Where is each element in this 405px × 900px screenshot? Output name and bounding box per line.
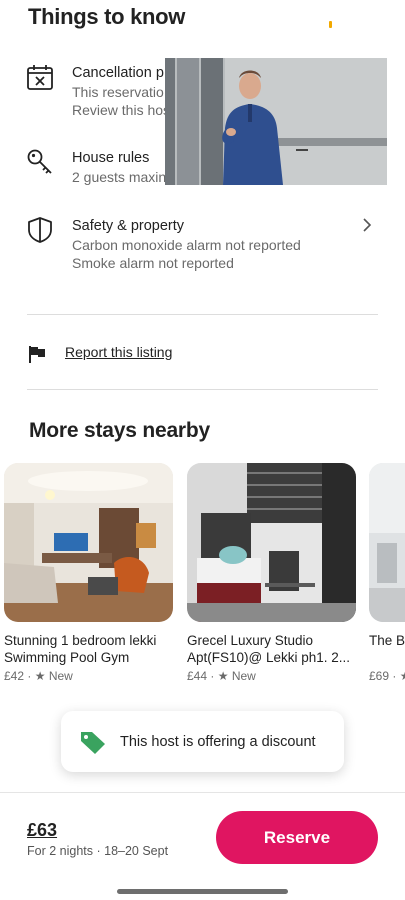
listing-title: Swimming Pool Gym <box>4 650 130 665</box>
listing-meta: £69 · ★ <box>369 669 405 683</box>
total-price[interactable]: £63 <box>27 820 57 841</box>
listing-meta: £42 · ★ New <box>4 669 173 683</box>
separator: · <box>210 669 218 683</box>
reserve-button[interactable]: Reserve <box>216 811 378 864</box>
listing-card[interactable]: Stunning 1 bedroom lekki Swimming Pool G… <box>4 463 173 683</box>
section-title-more-stays: More stays nearby <box>29 419 211 442</box>
listing-card[interactable]: Grecel Luxury Studio Apt(FS10)@ Lekki ph… <box>187 463 356 683</box>
listing-price: £44 <box>187 669 208 683</box>
divider <box>27 389 378 390</box>
discount-message: This host is offering a discount <box>120 734 316 750</box>
listing-title: Stunning 1 bedroom lekki <box>4 633 157 648</box>
home-indicator[interactable] <box>117 889 288 894</box>
listing-rating: New <box>48 669 73 683</box>
discount-toast[interactable]: This host is offering a discount <box>61 711 344 772</box>
report-listing-link[interactable]: Report this listing <box>65 344 172 360</box>
listing-price: £69 <box>369 669 390 683</box>
price-tag-icon <box>81 732 105 754</box>
item-line: Carbon monoxide alarm not reported <box>72 237 301 253</box>
shield-icon <box>28 217 52 243</box>
listing-photo[interactable] <box>187 463 356 622</box>
listing-photo[interactable] <box>369 463 405 622</box>
key-icon <box>27 149 52 174</box>
stay-dates: For 2 nights · 18–20 Sept <box>27 844 169 858</box>
star-icon: ★ <box>34 669 46 683</box>
divider <box>27 314 378 315</box>
separator: · <box>27 669 35 683</box>
status-indicator <box>329 21 332 28</box>
item-line: Smoke alarm not reported <box>72 255 234 271</box>
reserve-footer: £63 For 2 nights · 18–20 Sept Reserve <box>0 792 405 900</box>
flag-icon <box>29 346 45 363</box>
listing-rating: New <box>231 669 256 683</box>
listing-card[interactable]: The B £69 · ★ <box>369 463 405 683</box>
listing-title <box>369 649 405 666</box>
report-listing-row[interactable]: Report this listing <box>27 342 327 366</box>
listing-title: Grecel Luxury Studio <box>187 633 314 648</box>
separator: · <box>392 669 400 683</box>
listing-meta: £44 · ★ New <box>187 669 356 683</box>
listing-title: Apt(FS10)@ Lekki ph1. 2... <box>187 650 351 665</box>
listing-price: £42 <box>4 669 25 683</box>
star-icon: ★ <box>217 669 229 683</box>
item-title: Safety & property <box>72 218 185 234</box>
listing-title: The B <box>369 633 405 648</box>
presenter-video-frame <box>165 58 387 185</box>
calendar-x-icon <box>27 65 53 90</box>
star-icon: ★ <box>400 669 405 683</box>
video-overlay[interactable] <box>165 58 387 185</box>
chevron-right-icon[interactable] <box>360 218 374 232</box>
section-title-things-to-know: Things to know <box>28 4 186 29</box>
listing-photo[interactable] <box>4 463 173 622</box>
